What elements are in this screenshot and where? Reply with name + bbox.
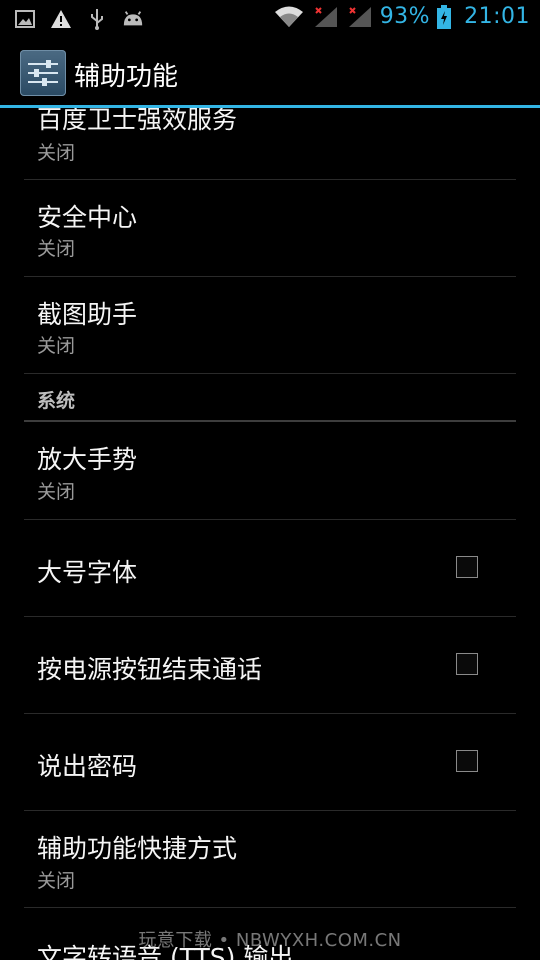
status-bar: 93% 21:01 xyxy=(0,0,540,38)
wifi-icon xyxy=(272,6,306,28)
item-title: 大号字体 xyxy=(37,558,138,587)
section-label: 系统 xyxy=(37,390,76,412)
item-summary: 关闭 xyxy=(37,481,76,503)
item-summary: 关闭 xyxy=(37,238,76,260)
checkbox[interactable] xyxy=(456,653,478,675)
usb-icon xyxy=(86,8,108,30)
list-item[interactable]: 安全中心 关闭 xyxy=(24,180,516,277)
item-title: 百度卫士强效服务 xyxy=(37,108,238,134)
settings-list: 百度卫士强效服务 关闭 安全中心 关闭 截图助手 关闭 系统 放大手势 关闭 大… xyxy=(0,108,540,960)
item-title: 截图助手 xyxy=(37,300,138,329)
battery-percent: 93% xyxy=(379,4,431,29)
checkbox[interactable] xyxy=(456,750,478,772)
list-item[interactable]: 截图助手 关闭 xyxy=(24,277,516,374)
item-title: 辅助功能快捷方式 xyxy=(37,834,238,863)
item-title: 按电源按钮结束通话 xyxy=(37,655,263,684)
warning-icon xyxy=(50,8,72,30)
list-item[interactable]: 说出密码 xyxy=(24,714,516,811)
item-title: 说出密码 xyxy=(37,752,138,781)
image-icon xyxy=(14,8,36,30)
list-item[interactable]: 放大手势 关闭 xyxy=(24,422,516,520)
watermark: 玩意下载 • NBWYXH.COM.CN xyxy=(138,930,402,951)
page-title: 辅助功能 xyxy=(74,62,179,92)
item-title: 安全中心 xyxy=(37,203,138,232)
section-header: 系统 xyxy=(24,374,516,422)
list-item[interactable]: 辅助功能快捷方式 关闭 xyxy=(24,811,516,908)
signal-icon xyxy=(312,6,340,28)
item-summary: 关闭 xyxy=(37,142,76,164)
list-item[interactable]: 百度卫士强效服务 关闭 xyxy=(24,108,516,180)
item-summary: 关闭 xyxy=(37,335,76,357)
action-bar: 辅助功能 xyxy=(0,38,540,108)
battery-icon xyxy=(436,4,452,29)
signal-icon xyxy=(346,6,374,28)
list-item[interactable]: 大号字体 xyxy=(24,520,516,617)
clock: 21:01 xyxy=(464,4,530,29)
android-icon xyxy=(122,8,144,30)
item-title: 放大手势 xyxy=(37,445,138,474)
checkbox[interactable] xyxy=(456,556,478,578)
settings-sliders-icon[interactable] xyxy=(20,50,66,96)
list-item[interactable]: 按电源按钮结束通话 xyxy=(24,617,516,714)
item-summary: 关闭 xyxy=(37,870,76,892)
